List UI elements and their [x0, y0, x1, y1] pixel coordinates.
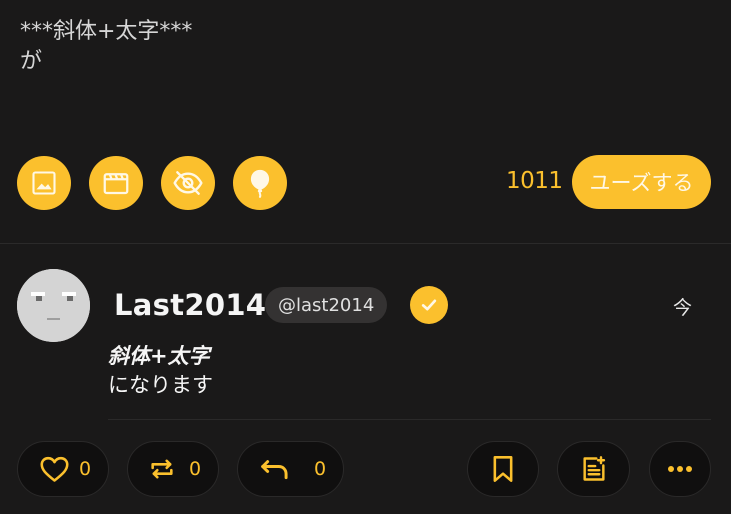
note-body-bold-italic: 斜体+太字	[108, 344, 210, 368]
compose-text-line1: ***斜体+太字***	[20, 19, 193, 44]
reply-button[interactable]: 0	[237, 441, 344, 497]
display-name[interactable]: Last2014	[114, 288, 266, 322]
eye-off-icon	[173, 171, 203, 195]
compose-text[interactable]: ***斜体+太字*** が	[20, 17, 192, 77]
like-count: 0	[79, 458, 92, 480]
attach-video-button[interactable]	[89, 156, 143, 210]
timestamp[interactable]: 今	[673, 293, 692, 320]
video-icon	[103, 173, 129, 195]
heart-icon	[40, 456, 69, 482]
compose-text-line2: が	[20, 49, 43, 74]
more-icon	[668, 466, 692, 472]
checkmark-icon	[421, 299, 437, 311]
username: @last2014	[278, 294, 375, 316]
image-icon	[32, 171, 56, 195]
balloon-icon	[250, 169, 270, 198]
renote-button[interactable]: 0	[127, 441, 219, 497]
note-body: 斜体+太字 になります	[108, 342, 213, 400]
add-clip-button[interactable]	[557, 441, 630, 497]
note-body-text: になります	[108, 373, 213, 397]
hide-content-button[interactable]	[161, 156, 215, 210]
compose-divider	[0, 243, 731, 244]
note-add-icon	[582, 456, 605, 481]
post-button[interactable]: ユーズする	[572, 155, 711, 209]
poll-button[interactable]	[233, 156, 287, 210]
bookmark-button[interactable]	[467, 441, 539, 497]
like-button[interactable]: 0	[17, 441, 109, 497]
verified-badge	[410, 286, 448, 324]
reply-icon	[261, 460, 288, 480]
note-divider	[108, 419, 711, 420]
avatar-face-image	[17, 269, 90, 342]
more-options-button[interactable]	[649, 441, 711, 497]
renote-count: 0	[189, 458, 202, 480]
character-count: 1011	[506, 168, 563, 194]
bookmark-icon	[493, 456, 513, 482]
repeat-icon	[151, 459, 173, 479]
username-badge[interactable]: @last2014	[265, 287, 388, 323]
attach-image-button[interactable]	[17, 156, 71, 210]
reply-count: 0	[314, 458, 327, 480]
avatar[interactable]	[17, 269, 90, 342]
